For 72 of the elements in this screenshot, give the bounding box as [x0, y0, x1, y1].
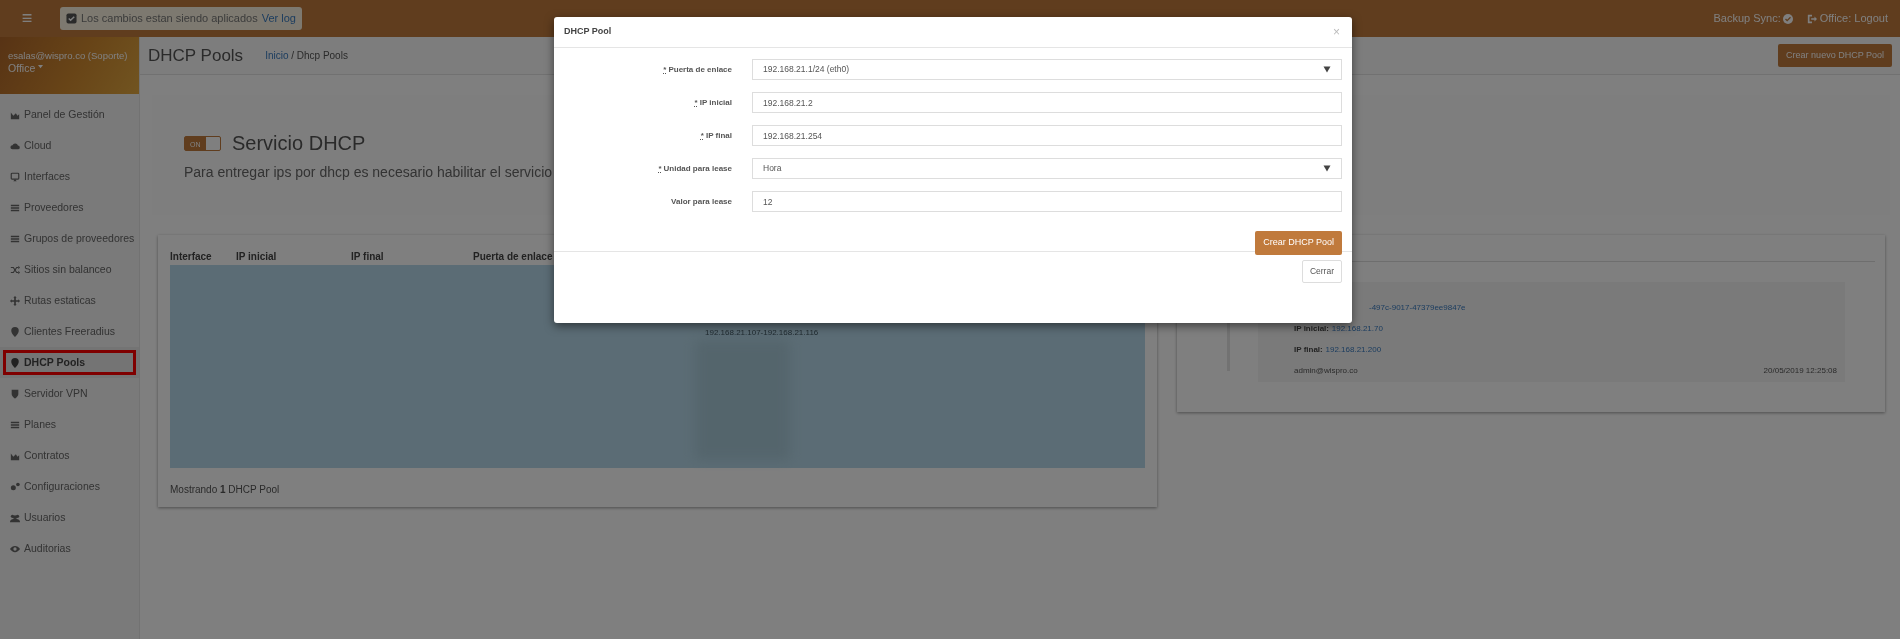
input-field[interactable]: 192.168.21.254	[752, 125, 1342, 146]
breadcrumb-link[interactable]: Inicio	[265, 48, 289, 63]
shuffle-icon	[10, 264, 20, 275]
logout-icon	[1806, 13, 1817, 24]
service-title: Servicio DHCP	[232, 131, 366, 156]
create-pool-button[interactable]: Crear DHCP Pool	[1255, 231, 1342, 255]
sidebar-item[interactable]: Proveedores	[0, 192, 139, 223]
sidebar-item[interactable]: Panel de Gestión	[0, 99, 139, 130]
page-title: DHCP Pools	[148, 44, 244, 67]
eye-icon	[10, 543, 20, 554]
notification-text: Los cambios estan siendo aplicados	[81, 11, 258, 27]
table-row-text: 192.168.21.107-192.168.21.116	[705, 327, 819, 339]
input-field[interactable]: 12	[752, 191, 1342, 212]
column-header: IP inicial	[236, 249, 278, 264]
monitor-icon	[10, 171, 20, 182]
caret-icon	[1323, 66, 1331, 73]
timestamp: 20/05/2019 12:25:08	[1763, 364, 1837, 377]
sidebar-item[interactable]: Rutas estaticas	[0, 285, 139, 316]
sidebar-item[interactable]: Planes	[0, 409, 139, 440]
shield-icon	[10, 388, 20, 399]
field-label: Valor para lease	[670, 195, 733, 208]
close-button[interactable]: ×	[1331, 23, 1342, 41]
sidebar-item[interactable]: Contratos	[0, 440, 139, 471]
author-email: admin@wispro.co	[1294, 364, 1358, 377]
logout-link[interactable]: Office: Logout	[1819, 10, 1888, 27]
select-field[interactable]: Hora	[752, 158, 1342, 179]
new-pool-button[interactable]: Crear nuevo DHCP Pool	[1778, 43, 1892, 68]
sidebar-item[interactable]: Interfaces	[0, 161, 139, 192]
field-label: * Unidad para lease	[657, 162, 733, 175]
record-id: -497c-9017-47379ee9847e	[1369, 301, 1466, 314]
sidebar-item[interactable]: Sitios sin balanceo	[0, 254, 139, 285]
gears-icon	[10, 481, 20, 492]
field-label: * Puerta de enlace	[662, 63, 733, 76]
sidebar-item[interactable]: Grupos de proveedores	[0, 223, 139, 254]
sidebar-item[interactable]: DHCP Pools	[0, 347, 139, 378]
field-value: 192.168.21.70	[1331, 322, 1383, 335]
view-log-link[interactable]: Ver log	[261, 10, 296, 27]
list-icon	[10, 419, 20, 430]
modal-title: DHCP Pool	[564, 25, 612, 39]
backup-sync-label: Backup Sync:	[1713, 11, 1781, 27]
sidebar-item[interactable]: Auditorias	[0, 533, 139, 564]
sidebar-item[interactable]: Servidor VPN	[0, 378, 139, 409]
column-header: Interface	[170, 249, 213, 264]
field-value: 192.168.21.200	[1325, 343, 1382, 356]
sidebar-item[interactable]: Usuarios	[0, 502, 139, 533]
caret-icon	[37, 65, 45, 71]
user-email: esalas@wispro.co (Soporte)	[8, 50, 128, 62]
check-circle-icon	[1783, 13, 1794, 24]
field-label: * IP inicial	[693, 96, 733, 109]
sidebar-item[interactable]: Configuraciones	[0, 471, 139, 502]
pin-icon	[10, 326, 20, 337]
sidebar-item[interactable]: Cloud	[0, 130, 139, 161]
select-field[interactable]: 192.168.21.1/24 (eth0)	[752, 59, 1342, 80]
list-icon	[10, 233, 20, 244]
office-dropdown[interactable]: Office	[8, 61, 45, 75]
caret-icon	[1323, 165, 1331, 172]
menu-button[interactable]: ≡	[12, 5, 42, 32]
input-field[interactable]: 192.168.21.2	[752, 92, 1342, 113]
pin-icon	[10, 357, 20, 368]
column-header: Puerta de enlace	[473, 249, 554, 264]
field-label: IP inicial:	[1294, 322, 1329, 335]
field-label: * IP final	[699, 129, 733, 142]
list-icon	[10, 202, 20, 213]
service-description: Para entregar ips por dhcp es necesario habilitar el servicio	[184, 163, 553, 182]
table-footer: Mostrando 1 DHCP Pool	[170, 482, 1145, 497]
move-icon	[10, 295, 20, 306]
sidebar-item[interactable]: Clientes Freeradius	[0, 316, 139, 347]
field-label: IP final:	[1294, 343, 1323, 356]
breadcrumb-separator: /	[291, 49, 294, 63]
column-header: IP final	[351, 249, 385, 264]
close-button[interactable]: Cerrar	[1301, 260, 1342, 283]
breadcrumb-current: Dhcp Pools	[296, 49, 348, 63]
